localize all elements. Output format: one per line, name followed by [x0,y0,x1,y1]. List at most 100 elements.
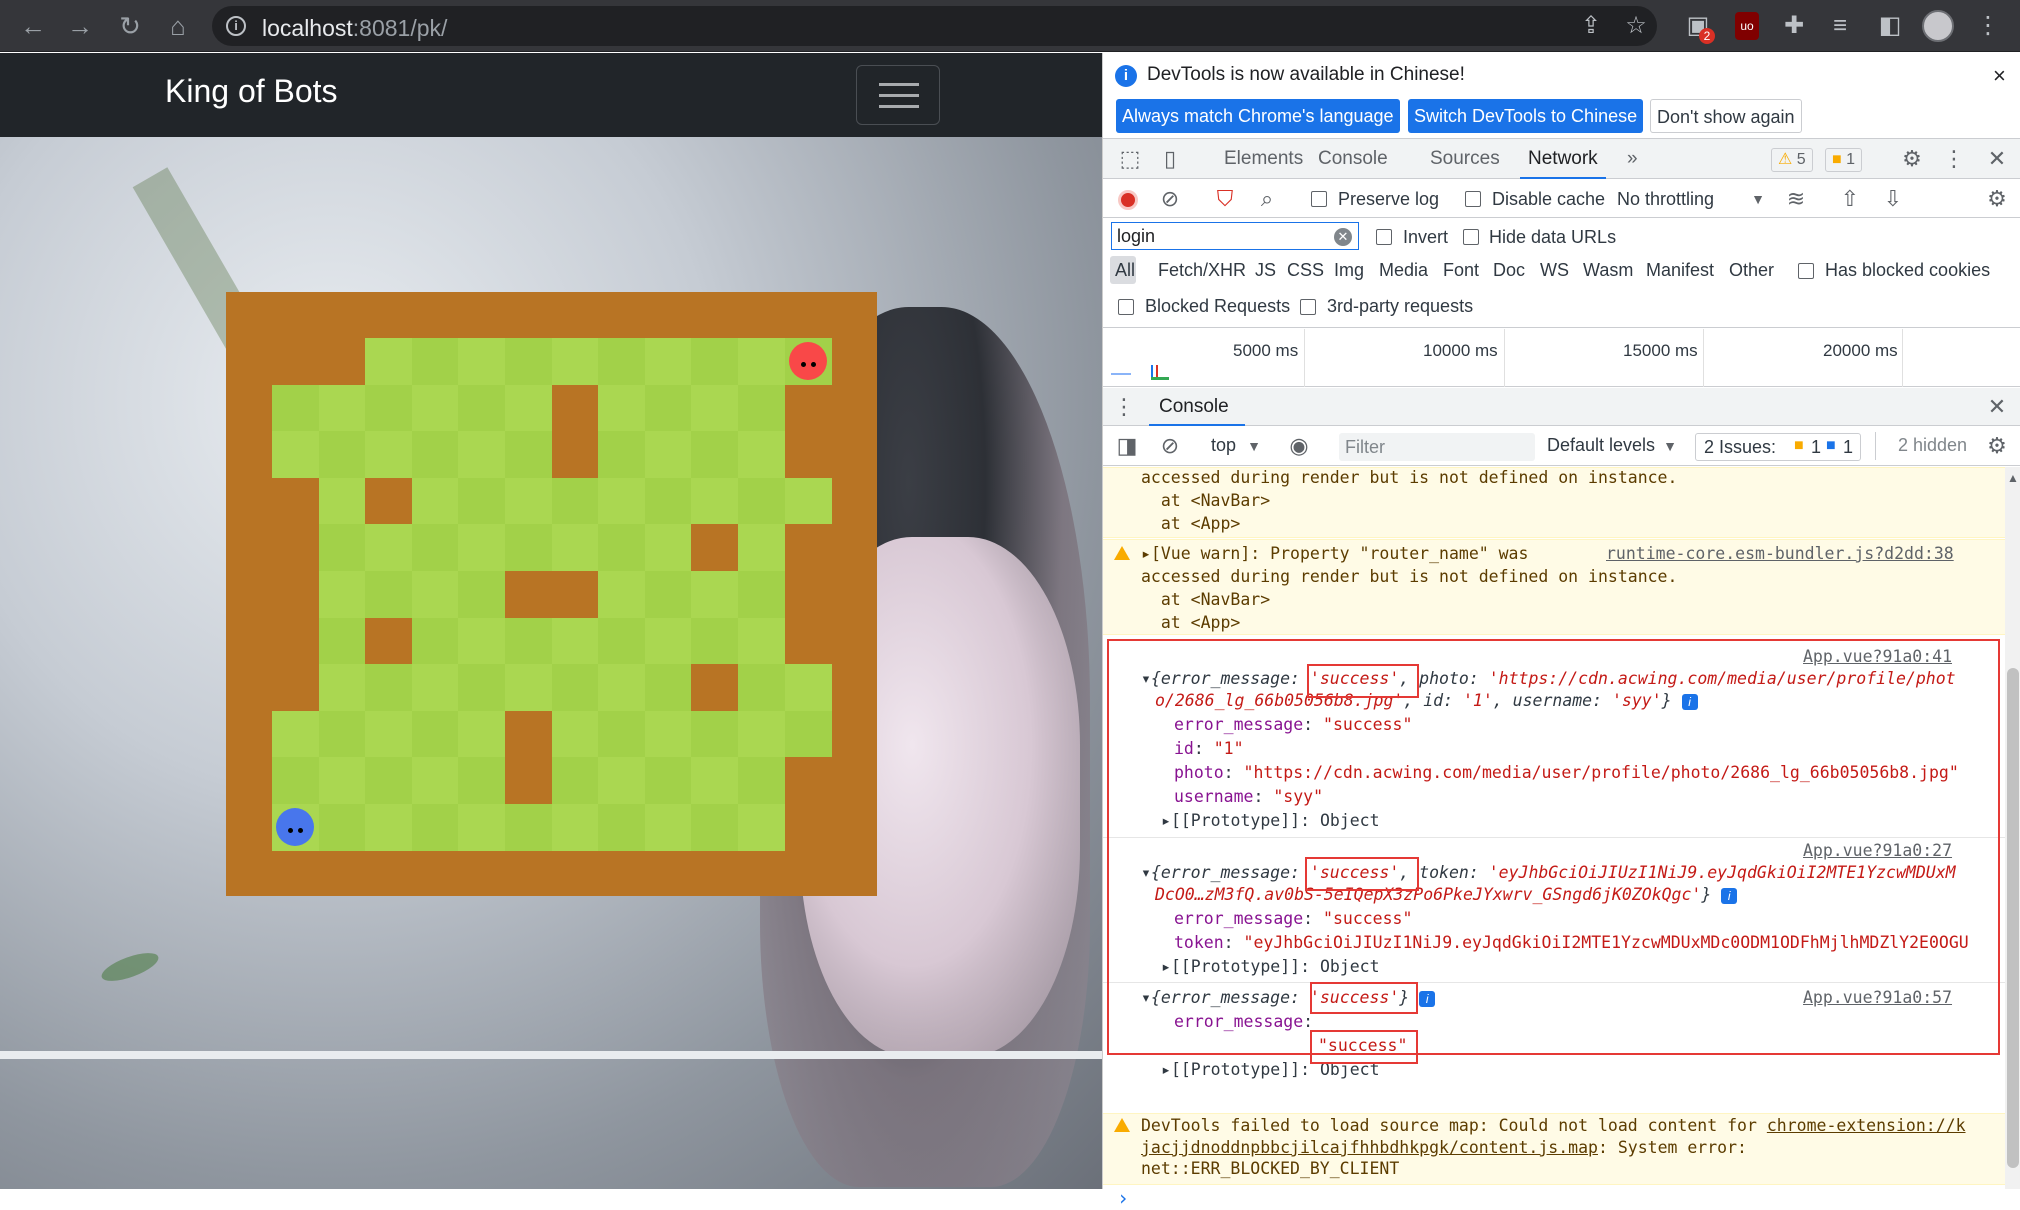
snake-eye [810,362,816,368]
console-filter-input[interactable]: Filter [1339,433,1535,461]
type-filter-wasm[interactable]: Wasm [1583,260,1633,281]
drawer-menu-icon[interactable]: ⋮ [1113,394,1135,420]
type-filter-fetch-xhr[interactable]: Fetch/XHR [1158,260,1246,281]
type-filter-js[interactable]: JS [1255,260,1276,281]
close-devtools-icon[interactable]: ✕ [1984,146,2010,172]
console-text: jacjjdnoddnpbbcjilcajfhhbdhkpgk/content.… [1141,1137,1747,1160]
chevron-down-icon[interactable]: ▼ [1245,433,1263,459]
record-icon[interactable] [1118,190,1138,210]
settings-gear-icon[interactable]: ⚙ [1899,146,1925,172]
grid-cell [272,664,320,712]
address-bar[interactable]: i localhost:8081/pk/ ⇪ ☆ [212,6,1657,46]
profile-avatar[interactable] [1922,10,1954,42]
grid-cell [411,571,459,619]
tab-console[interactable]: Console [1318,148,1388,170]
console-text: accessed during render but is not define… [1141,567,1678,586]
side-panel-icon[interactable]: ◧ [1876,12,1904,40]
grid-cell [272,338,320,386]
grid-cell [598,384,646,432]
console-settings-icon[interactable]: ⚙ [1984,433,2010,459]
disable-cache-checkbox[interactable] [1465,191,1481,207]
reload-icon[interactable]: ↻ [114,10,146,42]
back-icon[interactable]: ← [17,10,49,42]
source-map-link[interactable]: jacjjdnoddnpbbcjilcajfhhbdhkpgk/content.… [1141,1138,1598,1157]
switch-devtools-chinese-button[interactable]: Switch DevTools to Chinese [1408,99,1644,133]
chevron-down-icon[interactable]: ▼ [1661,433,1679,459]
network-filter-input[interactable]: login ✕ [1111,222,1359,250]
export-har-icon[interactable]: ⇩ [1881,186,1905,212]
inspect-element-icon[interactable]: ⬚ [1117,146,1143,172]
blocked-requests-checkbox[interactable] [1118,299,1134,315]
media-queue-icon[interactable]: ≡ [1826,12,1854,40]
navbar-brand[interactable]: King of Bots [165,73,338,110]
more-options-icon[interactable]: ⋮ [1941,146,1967,172]
url-host: localhost [262,15,353,41]
type-filter-media[interactable]: Media [1379,260,1428,281]
invert-checkbox[interactable] [1376,229,1392,245]
type-filter-css[interactable]: CSS [1287,260,1324,281]
console-scrollbar-thumb[interactable] [2007,668,2019,1168]
navbar-toggler-icon[interactable] [856,65,940,125]
type-filter-img[interactable]: Img [1334,260,1364,281]
scroll-up-icon[interactable]: ▲ [2007,471,2019,485]
throttling-select[interactable]: No throttling [1617,189,1714,210]
filter-icon[interactable]: ⛉ [1213,186,1237,212]
console-sidebar-icon[interactable]: ◨ [1115,433,1139,459]
grid-cell [598,804,646,852]
issues-button[interactable]: 2 Issues: ■ 1 ■ 1 [1695,433,1861,461]
log-levels-select[interactable]: Default levels [1547,435,1655,456]
tab-network[interactable]: Network [1520,148,1606,179]
clear-console-icon[interactable]: ⊘ [1158,433,1182,459]
chevron-down-icon[interactable]: ▼ [1749,186,1767,212]
has-blocked-cookies-checkbox[interactable] [1798,263,1814,279]
issue-count-badge[interactable]: ■ 1 [1825,148,1863,172]
type-filter-font[interactable]: Font [1443,260,1479,281]
clear-filter-icon[interactable]: ✕ [1334,228,1352,246]
live-expression-eye-icon[interactable]: ◉ [1286,433,1312,459]
extension-badge: 2 [1699,28,1715,44]
share-icon[interactable]: ⇪ [1577,12,1605,40]
grid-cell [738,338,786,386]
import-har-icon[interactable]: ⇧ [1838,186,1862,212]
background-leaf [98,947,162,987]
timeline-label-15000: 15000 ms [1623,341,1698,360]
home-icon[interactable]: ⌂ [162,10,194,42]
chrome-menu-icon[interactable]: ⋮ [1974,12,2002,40]
type-filter-manifest[interactable]: Manifest [1646,260,1714,281]
infobar-close-icon[interactable]: × [1993,63,2006,89]
network-overview-timeline[interactable]: 5000 ms 10000 ms 15000 ms 20000 ms [1103,329,2020,387]
bookmark-star-icon[interactable]: ☆ [1622,12,1650,40]
close-drawer-icon[interactable]: ✕ [1984,394,2010,420]
type-filter-doc[interactable]: Doc [1493,260,1525,281]
console-prompt[interactable]: › [1117,1187,1129,1210]
type-filter-all[interactable]: All [1115,260,1135,281]
network-conditions-icon[interactable]: ≋ [1783,186,1809,212]
hide-data-urls-checkbox[interactable] [1463,229,1479,245]
puzzle-extensions-icon[interactable]: ✚ [1780,12,1808,40]
always-match-language-button[interactable]: Always match Chrome's language [1116,99,1400,133]
source-link[interactable]: runtime-core.esm-bundler.js?d2dd:38 [1606,543,1954,566]
tab-sources[interactable]: Sources [1430,148,1500,170]
context-select[interactable]: top [1211,435,1236,456]
clear-icon[interactable]: ⊘ [1158,186,1182,212]
warning-count-badge[interactable]: ⚠ 5 [1771,148,1813,172]
type-filter-ws[interactable]: WS [1540,260,1569,281]
source-map-link[interactable]: chrome-extension://k [1767,1116,1966,1135]
more-tabs-icon[interactable]: » [1627,148,1638,170]
site-info-icon[interactable]: i [226,16,246,36]
preserve-log-checkbox[interactable] [1311,191,1327,207]
grid-cell [691,431,739,479]
tab-elements[interactable]: Elements [1224,148,1303,170]
console-text[interactable]: ▸[Vue warn]: Property "router_name" was [1141,543,1528,566]
forward-icon[interactable]: → [64,10,96,42]
search-icon[interactable]: ⌕ [1255,186,1279,212]
address-url[interactable]: localhost:8081/pk/ [262,15,447,42]
grid-cell [738,617,786,665]
ublock-icon[interactable]: uo [1735,12,1759,40]
network-settings-icon[interactable]: ⚙ [1984,186,2010,212]
device-toolbar-icon[interactable]: ▯ [1157,146,1183,172]
type-filter-other[interactable]: Other [1729,260,1774,281]
tab-drawer-console[interactable]: Console [1159,396,1229,418]
dont-show-again-button[interactable]: Don't show again [1650,99,1802,133]
third-party-requests-checkbox[interactable] [1300,299,1316,315]
